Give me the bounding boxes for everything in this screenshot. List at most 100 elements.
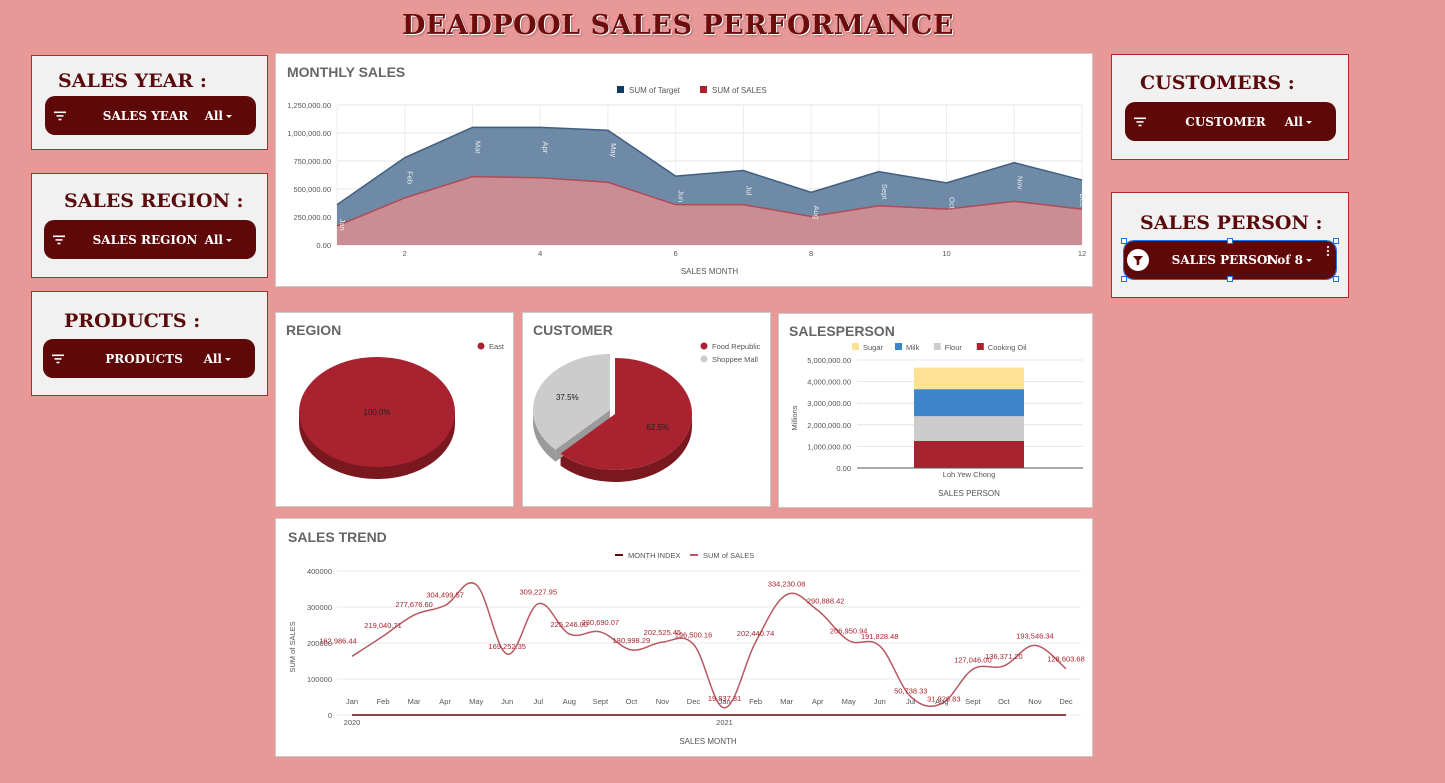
x-tick-label: 4: [538, 249, 542, 258]
y-tick-label: 400000: [307, 567, 332, 576]
month-label: Jul: [744, 186, 753, 196]
chevron-down-icon: [226, 238, 232, 242]
x-tick-label: Apr: [812, 697, 824, 706]
sales-person-value: 1 of 8: [1265, 253, 1312, 267]
legend-swatch: [477, 342, 485, 350]
customer-filter-button[interactable]: CUSTOMER All: [1125, 102, 1336, 141]
data-label: 202,440.74: [737, 629, 775, 638]
x-tick-label: 8: [809, 249, 813, 258]
x-tick-label: 10: [942, 249, 950, 258]
bar-segment: [914, 367, 1024, 390]
y-tick-label: 1,000,000.00: [287, 129, 331, 138]
legend-label: Food Republic: [712, 342, 761, 351]
y-tick-label: 100000: [307, 675, 332, 684]
resize-handle[interactable]: [1333, 238, 1339, 244]
sales-year-label: SALES YEAR :: [58, 70, 207, 92]
data-label: 230,690.07: [582, 618, 620, 627]
data-label: 193,546.34: [1016, 631, 1054, 640]
bar-segment: [914, 389, 1024, 417]
x-tick-label: Sept: [965, 697, 981, 706]
sales-region-filter-button[interactable]: SALES REGION All: [44, 220, 256, 259]
x-tick-label: May: [469, 697, 483, 706]
resize-handle[interactable]: [1333, 276, 1339, 282]
legend-label: MONTH INDEX: [628, 551, 681, 560]
legend-label: East: [489, 342, 505, 351]
year-label: 2020: [344, 718, 361, 727]
y-tick-label: 250,000.00: [293, 213, 331, 222]
sales-region-label: SALES REGION :: [64, 190, 244, 212]
sales-person-control: SALES PERSON : SALES PERSON 1 of 8: [1111, 192, 1349, 298]
x-tick-label: Nov: [1028, 697, 1042, 706]
data-label: 169,252.35: [488, 642, 526, 651]
region-panel: REGION East 100.0%: [275, 312, 514, 507]
resize-handle[interactable]: [1121, 238, 1127, 244]
y-tick-label: 500,000.00: [293, 185, 331, 194]
x-tick-label: Jun: [501, 697, 513, 706]
sales-person-label: SALES PERSON :: [1140, 212, 1323, 234]
x-tick-label: Nov: [656, 697, 670, 706]
x-tick-label: Jul: [906, 697, 916, 706]
month-label: Oct: [948, 197, 957, 210]
monthly-sales-chart: SUM of Target SUM of SALES 0.00 250,000.00 5…: [287, 86, 1087, 276]
pie-slice-label: 62.5%: [646, 423, 669, 432]
customer-value: All: [1285, 115, 1312, 129]
legend-swatch: [976, 343, 984, 350]
more-options-icon[interactable]: [1326, 245, 1330, 257]
pie-slice-label: 37.5%: [556, 393, 579, 402]
month-label: Sept: [880, 184, 889, 200]
legend-label: Flour: [945, 343, 963, 352]
x-tick-label: Aug: [935, 697, 948, 706]
x-tick-label: Feb: [749, 697, 762, 706]
month-label: May: [609, 143, 618, 157]
customer-panel: CUSTOMER Food Republic Shoppee Mall 62.5% 3…: [522, 312, 771, 507]
x-tick-label: Jan: [346, 697, 358, 706]
data-label: 309,227.95: [519, 588, 557, 597]
x-tick-label: Jun: [874, 697, 886, 706]
data-label: 290,888.42: [807, 596, 845, 605]
customer-pie-chart: Food Republic Shoppee Mall 62.5% 37.5%: [533, 342, 761, 482]
salesperson-panel: SALESPERSON Sugar Milk Flour Cooking Oil 0.0…: [778, 313, 1093, 508]
data-label: 180,998.29: [613, 636, 651, 645]
legend-swatch: [617, 86, 624, 93]
resize-handle[interactable]: [1121, 276, 1127, 282]
sales-person-filter-button[interactable]: SALES PERSON 1 of 8: [1121, 238, 1339, 282]
sales-year-filter-button[interactable]: SALES YEAR All: [45, 96, 256, 135]
x-tick-label: 6: [674, 249, 678, 258]
monthly-sales-panel: MONTHLY SALES SUM of Target SUM of SALES 0…: [275, 53, 1093, 287]
y-tick-label: 1,250,000.00: [287, 101, 331, 110]
region-pie-chart: East 100.0%: [299, 342, 505, 479]
y-tick-label: 750,000.00: [293, 157, 331, 166]
x-tick-label: Loh Yew Chong: [943, 470, 996, 479]
page-title: DEADPOOL SALES PERFORMANCE: [401, 10, 955, 41]
x-tick-label: Jul: [533, 697, 543, 706]
data-label: 162,986.44: [319, 636, 357, 645]
sales-trend-chart: MONTH INDEX SUM of SALES01000002000003000…: [288, 551, 1085, 746]
legend-swatch: [700, 342, 708, 350]
legend-label: SUM of SALES: [712, 86, 767, 95]
month-label: Mar: [473, 141, 482, 154]
products-value: All: [204, 352, 231, 366]
sales-trend-line: [351, 582, 1067, 709]
x-tick-label: Apr: [439, 697, 451, 706]
legend-label: Shoppee Mall: [712, 355, 758, 364]
x-axis-label: SALES MONTH: [681, 267, 739, 276]
resize-handle[interactable]: [1227, 276, 1233, 282]
products-control: PRODUCTS : PRODUCTS All: [31, 291, 268, 396]
x-tick-label: Feb: [377, 697, 390, 706]
legend-swatch: [852, 343, 859, 350]
legend-label: SUM of SALES: [703, 551, 754, 560]
y-tick-label: 300000: [307, 603, 332, 612]
bar-segment: [914, 441, 1024, 468]
products-label: PRODUCTS :: [64, 310, 201, 332]
products-filter-button[interactable]: PRODUCTS All: [43, 339, 255, 378]
legend-swatch: [700, 86, 707, 93]
legend-label: Sugar: [863, 343, 884, 352]
data-label: 191,828.48: [861, 632, 899, 641]
data-label: 277,676.60: [395, 600, 433, 609]
y-tick-label: 1,000,000.00: [807, 442, 851, 451]
resize-handle[interactable]: [1227, 238, 1233, 244]
y-tick-label: 4,000,000.00: [807, 378, 851, 387]
x-tick-label: Mar: [408, 697, 421, 706]
y-tick-label: 0: [328, 711, 332, 720]
month-label: Jun: [677, 190, 686, 202]
